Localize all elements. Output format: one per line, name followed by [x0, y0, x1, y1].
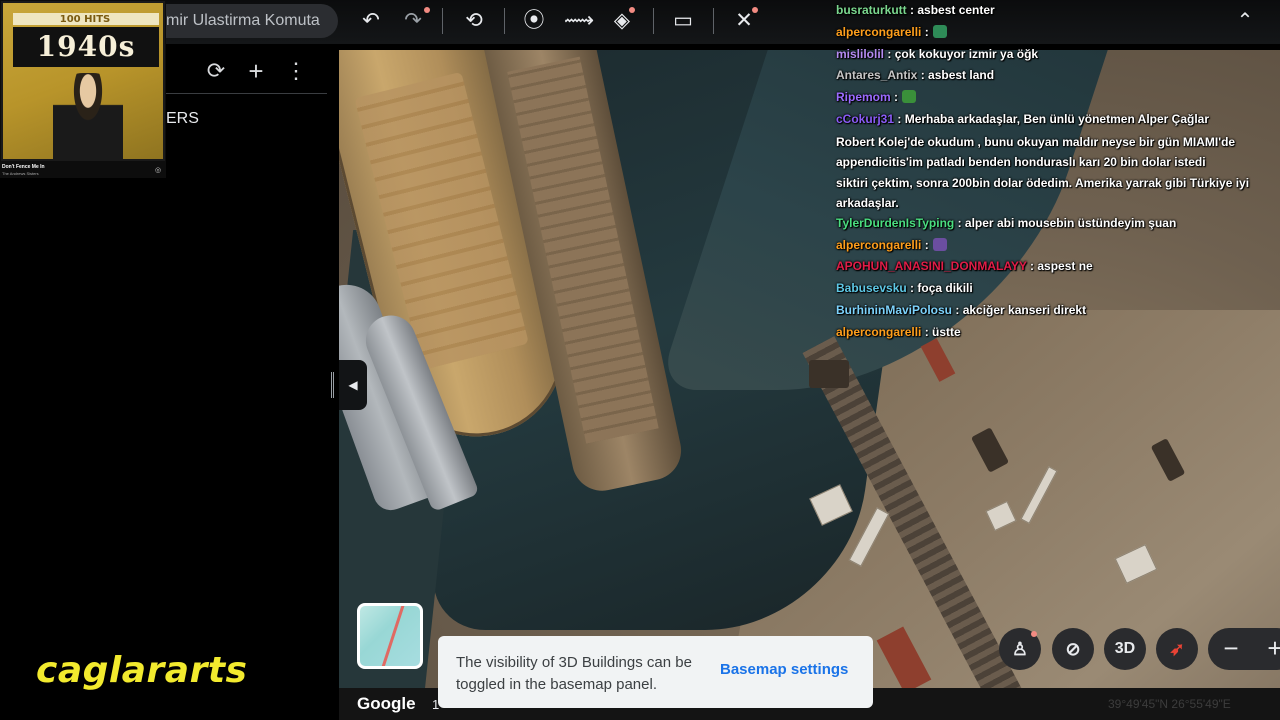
- chat-text: foça dikili: [917, 281, 973, 296]
- chat-username[interactable]: busraturkutt: [836, 3, 907, 17]
- chat-username[interactable]: BurhininMaviPolosu: [836, 303, 952, 317]
- reset-tilt-button[interactable]: ⊘: [1052, 628, 1094, 670]
- toggle-3d-button[interactable]: 3D: [1104, 628, 1146, 670]
- chat-username[interactable]: Babusevsku: [836, 281, 907, 295]
- chat-message: alpercongarelli :: [832, 235, 1280, 257]
- song-title: Don't Fence Me In: [2, 164, 45, 170]
- chat-text: alper abi mousebin üstündeyim şuan: [964, 215, 1177, 230]
- chat-message: appendicitis'im patladı benden hondurasl…: [832, 151, 1280, 172]
- toolbar-separator: [504, 8, 505, 34]
- chat-text: appendicitis'im patladı benden hondurasl…: [836, 155, 1206, 170]
- song-artist: The Andrews Sisters: [2, 171, 39, 176]
- notification-dot: [629, 7, 635, 13]
- chat-text: asbest land: [928, 68, 995, 83]
- path-icon[interactable]: ⟿: [564, 8, 594, 34]
- chat-username[interactable]: alpercongarelli: [836, 25, 921, 39]
- compass-icon: ➶: [1169, 638, 1185, 659]
- emote-icon: [933, 237, 948, 251]
- chat-text: arkadaşlar.: [836, 196, 899, 211]
- notification-dot: [1031, 631, 1037, 637]
- basemap-thumbnail[interactable]: [357, 603, 423, 669]
- chat-overlay: busraturkutt : asbest center alpercongare…: [832, 0, 1280, 344]
- chat-text: Merhaba arkadaşlar, Ben ünlü yönetmen Al…: [904, 111, 1210, 126]
- zoom-in-button[interactable]: +: [1254, 628, 1280, 670]
- emote-icon: [933, 24, 948, 38]
- album-badge: 100 HITS: [59, 14, 111, 25]
- notification-dot: [752, 7, 758, 13]
- chat-message: Robert Kolej'de okudum , bunu okuyan mal…: [832, 131, 1280, 152]
- chat-text: siktiri çektim, sonra 200bin dolar ödedi…: [836, 175, 1250, 190]
- history-icon[interactable]: ⟲: [461, 8, 487, 34]
- pegman-icon: ♙: [1011, 638, 1029, 659]
- sidebar-toolbar: ⟳ + ⋮: [205, 58, 307, 84]
- chat-text: akciğer kanseri direkt: [962, 302, 1087, 317]
- basemap-settings-button[interactable]: Basemap settings: [720, 661, 848, 678]
- chat-message: mislilolil : çok kokuyor izmir ya öğk: [836, 46, 1039, 61]
- toolbar-separator: [442, 8, 443, 34]
- chat-message: alpercongarelli : üstte: [836, 324, 961, 339]
- machinery: [809, 360, 849, 388]
- chat-message: Babusevsku : foça dikili: [836, 281, 973, 296]
- chat-username[interactable]: Antares_Antix: [836, 68, 917, 82]
- chat-text: çok kokuyor izmir ya öğk: [894, 46, 1039, 61]
- chat-username[interactable]: mislilolil: [836, 47, 884, 61]
- chat-text: üstte: [932, 324, 961, 339]
- pin-icon[interactable]: ⦿: [521, 8, 547, 34]
- refresh-icon[interactable]: ⟳: [205, 58, 227, 84]
- chat-message: alpercongarelli :: [832, 22, 1280, 44]
- chat-text: Robert Kolej'de okudum , bunu okuyan mal…: [836, 134, 1236, 149]
- sidebar-section-label[interactable]: ERS: [166, 110, 199, 128]
- redo-icon[interactable]: ↷: [400, 8, 426, 34]
- chat-text: asbest center: [917, 3, 995, 17]
- zoom-out-button[interactable]: −: [1210, 628, 1252, 670]
- chat-message: busraturkutt : asbest center: [836, 3, 995, 17]
- album-art: 100 HITS 1940s: [1, 1, 165, 161]
- album-cover-overlay: 100 HITS 1940s Don't Fence Me In The And…: [0, 0, 166, 178]
- toast-message: The visibility of 3D Buildings can be to…: [456, 654, 692, 693]
- chat-username[interactable]: TylerDurdenIsTyping: [836, 216, 954, 230]
- chat-username[interactable]: APOHUN_ANASINI_DONMALAYY: [836, 259, 1027, 273]
- chat-message: arkadaşlar.: [832, 192, 1280, 213]
- chat-message: TylerDurdenIsTyping : alper abi mousebin…: [836, 215, 1177, 230]
- toolbar-separator: [653, 8, 654, 34]
- chat-username[interactable]: cCokurj31: [836, 112, 894, 126]
- coordinates-readout: 39°49'45"N 26°55'49"E: [1108, 697, 1231, 711]
- basemap-toast: The visibility of 3D Buildings can be to…: [438, 636, 873, 708]
- music-icon: ◎: [155, 167, 162, 174]
- chat-username[interactable]: alpercongarelli: [836, 238, 921, 252]
- undo-icon[interactable]: ↶: [358, 8, 384, 34]
- chat-username[interactable]: Ripemom: [836, 90, 891, 104]
- chat-message: cCokurj31 : Merhaba arkadaşlar, Ben ünlü…: [836, 111, 1210, 126]
- resize-grip[interactable]: [331, 372, 334, 398]
- chat-text: aspest ne: [1037, 259, 1093, 274]
- tilt-off-icon: ⊘: [1065, 638, 1081, 659]
- chat-message: Antares_Antix : asbest land: [836, 68, 995, 83]
- chat-message: siktiri çektim, sonra 200bin dolar ödedi…: [832, 172, 1280, 193]
- compass-button[interactable]: ➶: [1156, 628, 1198, 670]
- google-logo: Google: [357, 694, 416, 713]
- chat-message: APOHUN_ANASINI_DONMALAYY : aspest ne: [836, 259, 1093, 274]
- streamer-brand: caglararts: [36, 650, 248, 691]
- chat-username[interactable]: alpercongarelli: [836, 325, 921, 339]
- more-vert-icon[interactable]: ⋮: [285, 58, 307, 84]
- album-title: 1940s: [13, 27, 159, 67]
- search-input[interactable]: mir Ulastirma Komuta: [166, 4, 338, 38]
- emote-icon: [902, 90, 917, 104]
- toolbar-separator: [713, 8, 714, 34]
- sidebar-divider: [165, 93, 327, 94]
- zoom-controls: − +: [1208, 628, 1280, 670]
- chat-message: Ripemom :: [832, 87, 1280, 109]
- collapse-sidebar-button[interactable]: ◀: [339, 360, 367, 410]
- singer-image: [53, 73, 123, 159]
- ruler-icon[interactable]: ▭: [670, 8, 696, 34]
- chat-message: BurhininMaviPolosu : akciğer kanseri dir…: [836, 302, 1087, 317]
- add-icon[interactable]: +: [245, 58, 267, 84]
